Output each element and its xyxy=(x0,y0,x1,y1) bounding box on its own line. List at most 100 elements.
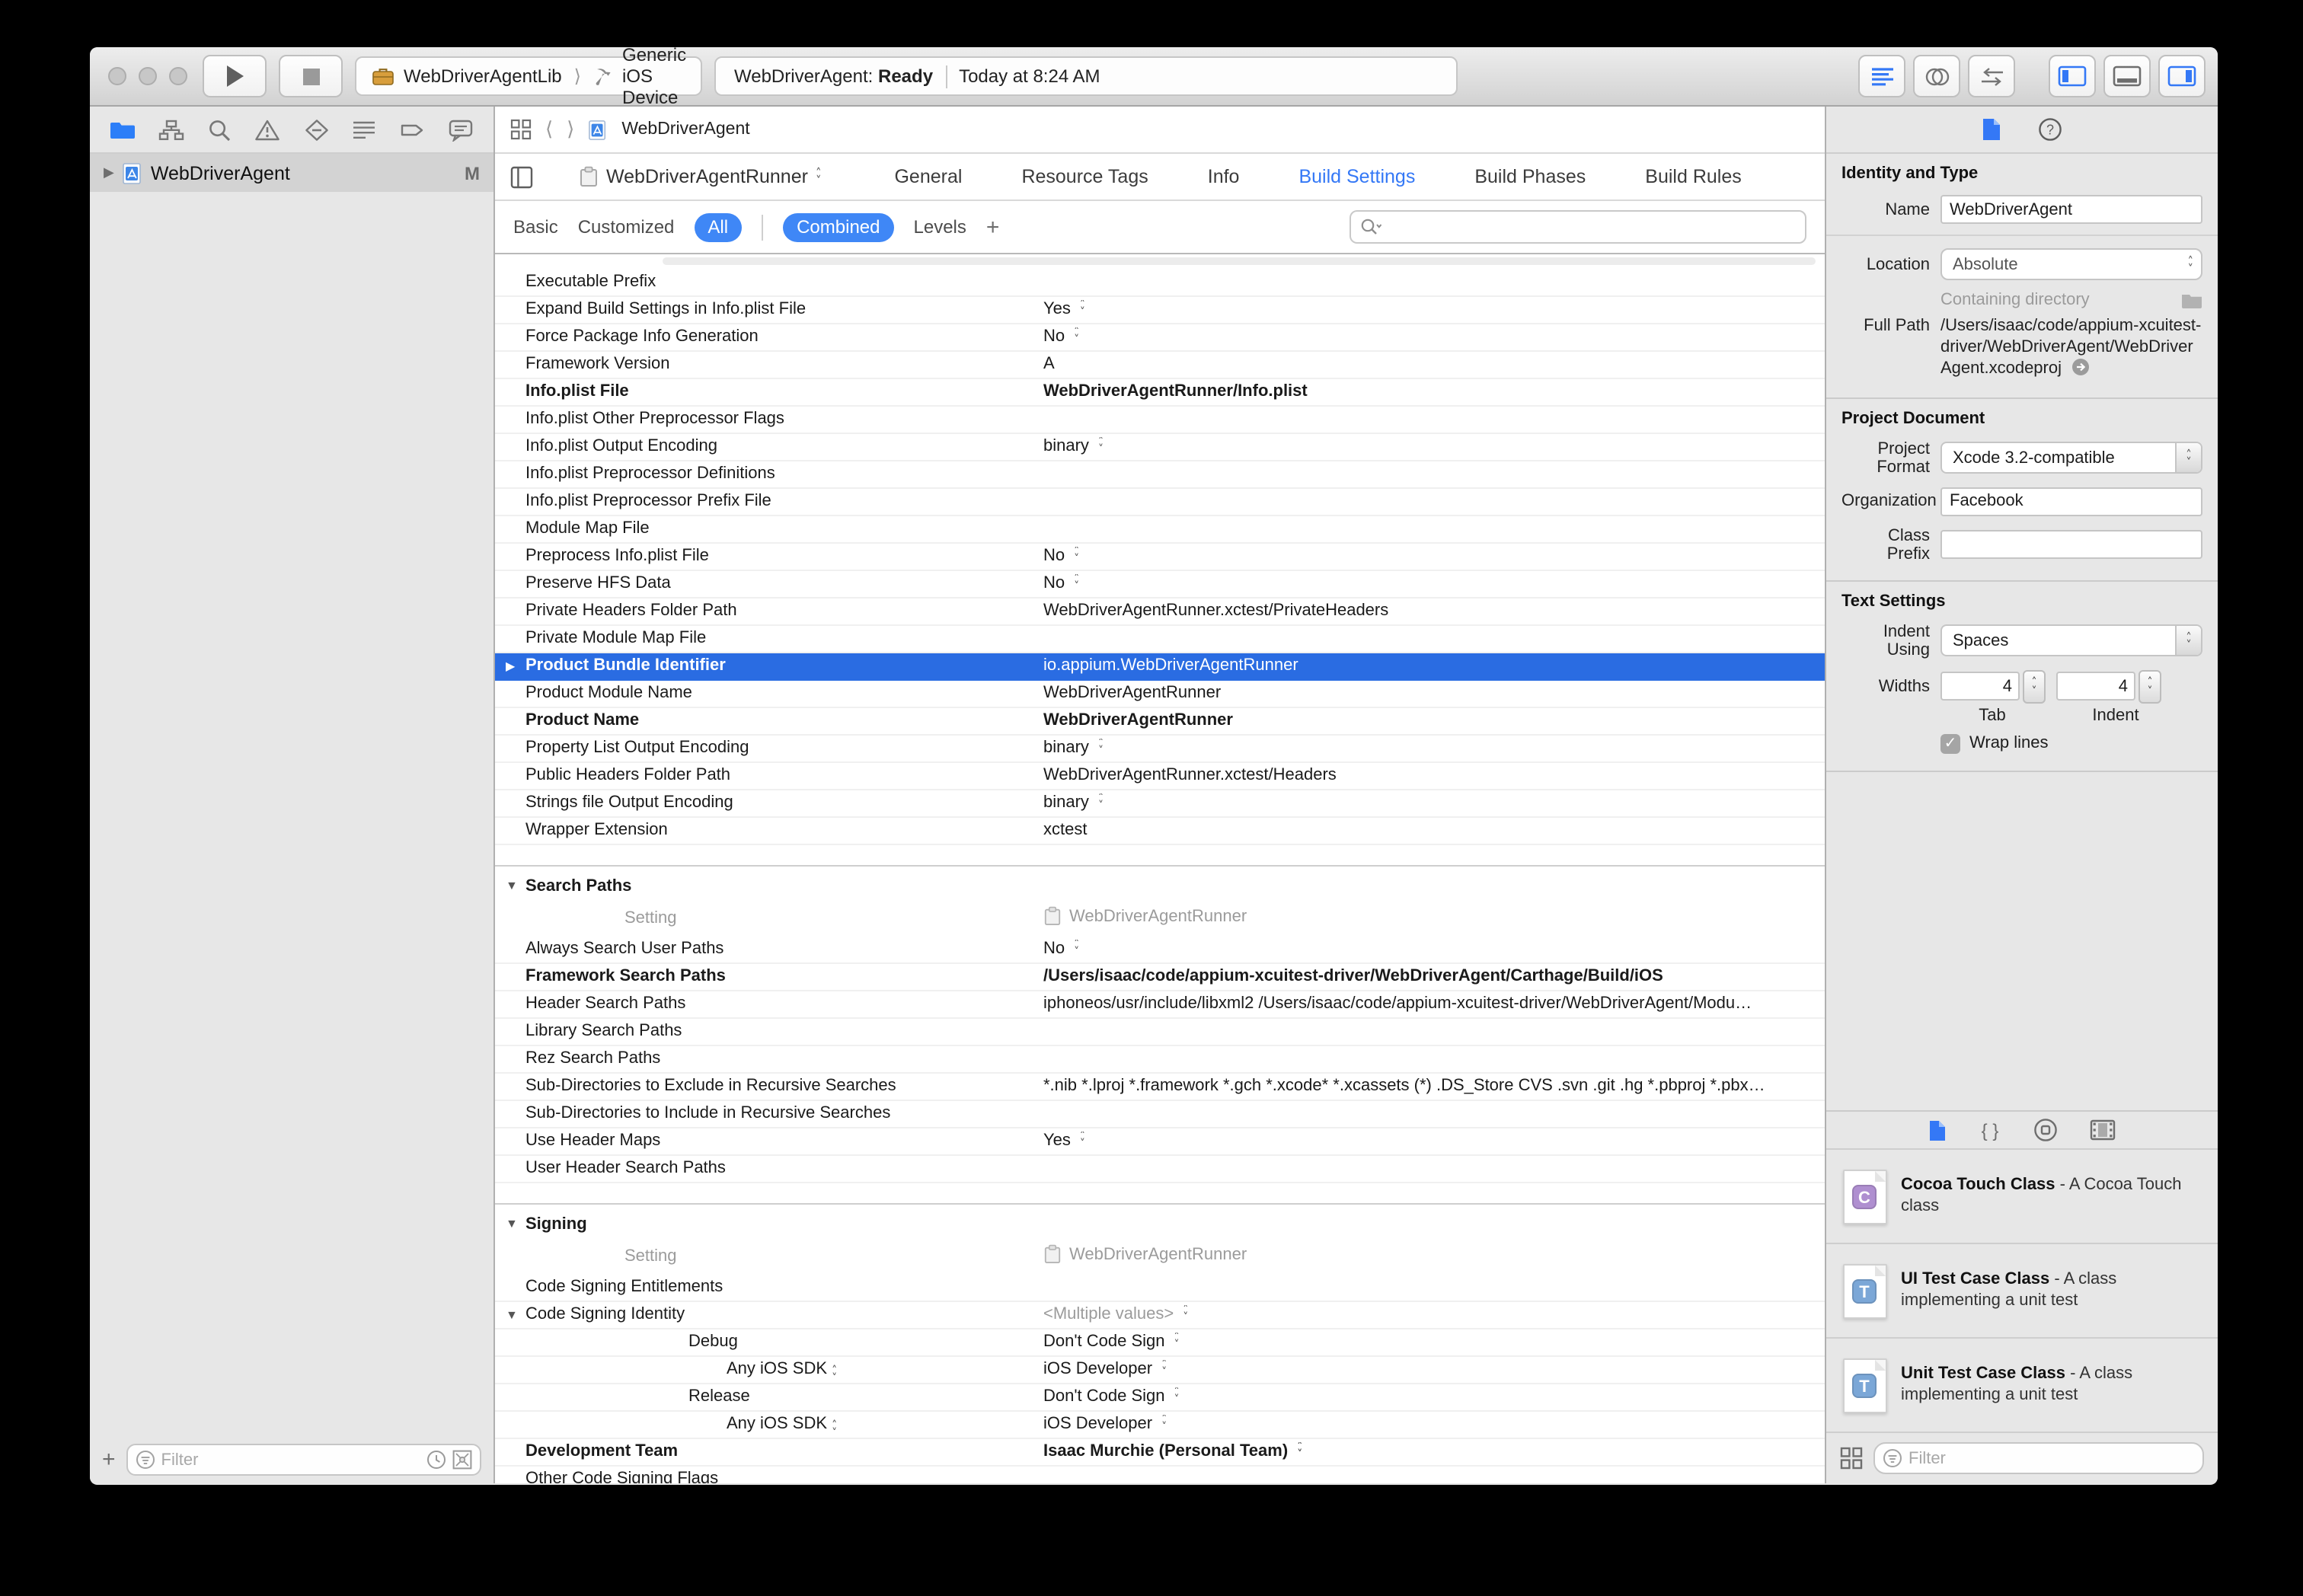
value-stepper-icon[interactable]: ˄ ˅ xyxy=(1074,574,1079,591)
horizontal-scroll-indicator[interactable] xyxy=(663,257,1816,265)
related-items-icon[interactable] xyxy=(510,119,532,140)
tab-build-rules[interactable]: Build Rules xyxy=(1645,166,1741,187)
quick-help-icon[interactable]: ? xyxy=(2038,117,2062,142)
wrap-lines-checkbox[interactable]: ✓ xyxy=(1940,733,1960,753)
setting-row[interactable]: Strings file Output Encoding binary ˄ ˅ xyxy=(495,790,1825,818)
folder-icon[interactable] xyxy=(2181,292,2202,308)
scope-basic[interactable]: Basic xyxy=(513,216,558,238)
setting-row[interactable]: Info.plist Output Encoding binary ˄ ˅ xyxy=(495,434,1825,461)
scm-status-icon[interactable] xyxy=(452,1450,472,1470)
minimize-window-button[interactable] xyxy=(139,67,157,85)
file-template-library-icon[interactable] xyxy=(1928,1119,1947,1141)
setting-value[interactable]: iphoneos/usr/include/libxml2 /Users/isaa… xyxy=(1043,994,1816,1013)
setting-value[interactable]: binary ˄ ˅ xyxy=(1043,437,1816,455)
setting-row[interactable]: Use Header Maps Yes ˄ ˅ xyxy=(495,1128,1825,1156)
file-inspector-icon[interactable] xyxy=(1982,117,2001,142)
setting-row[interactable]: Preprocess Info.plist File No ˄ ˅ xyxy=(495,544,1825,571)
toggle-inspector-button[interactable] xyxy=(2158,55,2206,97)
symbol-navigator-icon[interactable] xyxy=(158,118,184,141)
setting-row[interactable]: Other Code Signing Flags xyxy=(495,1467,1825,1483)
setting-row[interactable]: Product Name WebDriverAgentRunner xyxy=(495,708,1825,736)
setting-value[interactable]: No ˄ ˅ xyxy=(1043,574,1816,592)
library-filter-field[interactable]: Filter xyxy=(1873,1442,2204,1474)
setting-value[interactable]: <Multiple values> ˄ ˅ xyxy=(1043,1305,1816,1323)
setting-row[interactable]: Framework Version A xyxy=(495,352,1825,379)
indent-using-popup[interactable]: Spaces ˄ ˅ xyxy=(1940,624,2202,656)
setting-value[interactable]: A xyxy=(1043,355,1816,373)
add-setting-button[interactable]: + xyxy=(986,214,1000,240)
add-button[interactable]: + xyxy=(102,1447,116,1473)
targets-sidebar-toggle-icon[interactable] xyxy=(510,165,533,188)
value-stepper-icon[interactable]: ˄ ˅ xyxy=(1080,300,1085,317)
assistant-editor-button[interactable] xyxy=(1913,55,1960,97)
tab-build-phases[interactable]: Build Phases xyxy=(1474,166,1586,187)
setting-value[interactable]: /Users/isaac/code/appium-xcuitest-driver… xyxy=(1043,967,1816,985)
setting-row[interactable]: Private Headers Folder Path WebDriverAgen… xyxy=(495,598,1825,626)
setting-row[interactable]: Sub-Directories to Exclude in Recursive … xyxy=(495,1074,1825,1101)
setting-row[interactable]: Product Module Name WebDriverAgentRunner xyxy=(495,681,1825,708)
location-popup[interactable]: Absolute ˄ ˅ xyxy=(1940,248,2202,280)
settings-search-field[interactable] xyxy=(1350,210,1806,244)
scope-levels[interactable]: Levels xyxy=(914,216,966,238)
value-stepper-icon[interactable]: ˄ ˅ xyxy=(1098,437,1104,454)
setting-value[interactable]: WebDriverAgentRunner xyxy=(1043,684,1816,702)
toggle-debug-area-button[interactable] xyxy=(2103,55,2151,97)
setting-row[interactable]: Framework Search Paths/Users/isaac/code/… xyxy=(495,964,1825,991)
setting-value[interactable]: *.nib *.lproj *.framework *.gch *.xcode*… xyxy=(1043,1077,1816,1095)
back-button[interactable]: ⟨ xyxy=(545,117,553,142)
setting-row[interactable]: Rez Search Paths xyxy=(495,1046,1825,1074)
zoom-window-button[interactable] xyxy=(169,67,187,85)
setting-value[interactable]: io.appium.WebDriverAgentRunner xyxy=(1043,656,1816,675)
library-item[interactable]: C Cocoa Touch Class - A Cocoa Touch class xyxy=(1826,1150,2218,1244)
setting-row[interactable]: Info.plist File WebDriverAgentRunner/Info… xyxy=(495,379,1825,407)
setting-value[interactable]: No ˄ ˅ xyxy=(1043,940,1816,958)
tab-info[interactable]: Info xyxy=(1208,166,1240,187)
scope-customized[interactable]: Customized xyxy=(578,216,675,238)
target-selector[interactable]: WebDriverAgentRunner ˄ ˅ xyxy=(579,166,821,187)
section-header[interactable]: ▼ Signing xyxy=(495,1205,1825,1241)
report-navigator-icon[interactable] xyxy=(448,118,474,141)
setting-row[interactable]: Executable Prefix xyxy=(495,270,1825,297)
setting-value[interactable]: Don't Code Sign ˄ ˅ xyxy=(1043,1387,1816,1406)
setting-value[interactable]: WebDriverAgentRunner.xctest/PrivateHeade… xyxy=(1043,602,1816,620)
setting-row[interactable]: ▶ Product Bundle Identifier io.appium.WebD… xyxy=(495,653,1825,681)
setting-value[interactable]: Isaac Murchie (Personal Team) ˄ ˅ xyxy=(1043,1442,1816,1460)
forward-button[interactable]: ⟩ xyxy=(567,117,574,142)
value-stepper-icon[interactable]: ˄ ˅ xyxy=(1174,1387,1180,1404)
setting-row[interactable]: Preserve HFS Data No ˄ ˅ xyxy=(495,571,1825,598)
value-stepper-icon[interactable]: ˄ ˅ xyxy=(1174,1333,1180,1349)
disclosure-triangle-icon[interactable]: ▶ xyxy=(506,659,515,672)
close-window-button[interactable] xyxy=(108,67,126,85)
scheme-selector[interactable]: WebDriverAgentLib ⟩ Generic iOS Device xyxy=(355,47,702,108)
library-item[interactable]: T UI Test Case Class - A class implementi… xyxy=(1826,1244,2218,1339)
stop-button[interactable] xyxy=(279,55,343,97)
tab-resource-tags[interactable]: Resource Tags xyxy=(1021,166,1148,187)
setting-row[interactable]: Release Don't Code Sign ˄ ˅ xyxy=(495,1384,1825,1412)
code-snippet-library-icon[interactable]: { } xyxy=(1979,1119,2001,1141)
clock-icon[interactable] xyxy=(426,1450,446,1470)
value-stepper-icon[interactable]: ˄ ˅ xyxy=(832,1421,837,1438)
breakpoint-navigator-icon[interactable] xyxy=(399,118,425,141)
setting-value[interactable]: iOS Developer ˄ ˅ xyxy=(1043,1360,1816,1378)
library-item[interactable]: T Unit Test Case Class - A class implemen… xyxy=(1826,1339,2218,1433)
value-stepper-icon[interactable]: ˄ ˅ xyxy=(1074,940,1079,956)
setting-row[interactable]: Library Search Paths xyxy=(495,1019,1825,1046)
setting-row[interactable]: ▼ Code Signing Identity <Multiple values> ˄… xyxy=(495,1302,1825,1329)
setting-row[interactable]: User Header Search Paths xyxy=(495,1156,1825,1183)
project-navigator-icon[interactable] xyxy=(110,118,136,141)
indent-width-field[interactable]: 4 xyxy=(2056,672,2135,701)
library-grid-icon[interactable] xyxy=(1840,1447,1863,1470)
setting-row[interactable]: Private Module Map File xyxy=(495,626,1825,653)
value-stepper-icon[interactable]: ˄ ˅ xyxy=(1074,327,1079,344)
setting-value[interactable]: No ˄ ˅ xyxy=(1043,547,1816,565)
setting-value[interactable]: Don't Code Sign ˄ ˅ xyxy=(1043,1333,1816,1351)
setting-value[interactable]: xctest xyxy=(1043,821,1816,839)
class-prefix-field[interactable] xyxy=(1940,530,2202,559)
setting-row[interactable]: Debug Don't Code Sign ˄ ˅ xyxy=(495,1329,1825,1357)
setting-value[interactable]: binary ˄ ˅ xyxy=(1043,793,1816,812)
value-stepper-icon[interactable]: ˄ ˅ xyxy=(1161,1415,1167,1432)
tab-width-field[interactable]: 4 xyxy=(1940,672,2020,701)
setting-value[interactable]: Yes ˄ ˅ xyxy=(1043,1132,1816,1150)
setting-row[interactable]: Header Search Paths iphoneos/usr/include/… xyxy=(495,991,1825,1019)
tab-build-settings[interactable]: Build Settings xyxy=(1298,166,1415,187)
